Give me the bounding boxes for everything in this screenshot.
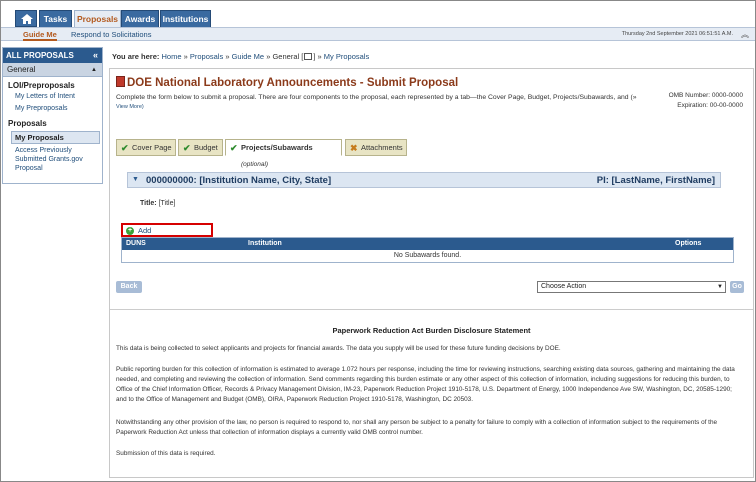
breadcrumb-sep: »	[266, 52, 271, 61]
breadcrumb: You are here: Home » Proposals » Guide M…	[112, 52, 369, 61]
chevron-down-icon: ▼	[717, 284, 723, 290]
page-title: DOE National Laboratory Announcements - …	[116, 76, 458, 89]
tab-budget-label: Budget	[194, 143, 218, 152]
go-button[interactable]: Go	[730, 281, 744, 293]
institution-pi: PI: [LastName, FirstName]	[596, 175, 715, 186]
sidebar-general-section[interactable]: General ▲	[3, 63, 102, 77]
project-title-label: Title:	[140, 200, 157, 207]
sidebar-item-access-grants[interactable]: Access Previously Submitted Grants.gov P…	[3, 144, 99, 173]
choose-action-value: Choose Action	[541, 283, 587, 290]
sidebar-header: ALL PROPOSALS «	[3, 48, 102, 63]
choose-action-select[interactable]: Choose Action ▼	[537, 281, 726, 293]
page-description: Complete the form below to submit a prop…	[116, 93, 646, 112]
sidebar-section-proposals: Proposals	[8, 119, 47, 128]
add-icon: +	[126, 227, 134, 235]
pra-paragraph-3: Notwithstanding any other provision of t…	[116, 419, 718, 436]
home-icon	[21, 14, 33, 24]
pra-paragraph-1: This data is being collected to select a…	[116, 345, 561, 352]
sidebar-item-my-letters[interactable]: My Letters of Intent	[3, 91, 102, 103]
institution-name: 000000000: [Institution Name, City, Stat…	[146, 175, 332, 186]
sidebar-item-my-proposals[interactable]: My Proposals	[11, 131, 100, 144]
triangle-up-icon: ▲	[91, 67, 97, 73]
subawards-empty-message: No Subawards found.	[393, 252, 462, 259]
incomplete-icon: ✖	[350, 143, 358, 153]
tab-awards[interactable]: Awards	[121, 10, 159, 27]
breadcrumb-my-proposals[interactable]: My Proposals	[324, 52, 369, 61]
back-button[interactable]: Back	[116, 281, 142, 293]
tab-attachments-label: Attachments	[361, 143, 403, 152]
tab-projects-optional: (optional)	[241, 161, 269, 168]
breadcrumb-proposals[interactable]: Proposals	[190, 52, 223, 61]
checkmark-icon: ✔	[183, 143, 191, 153]
tab-cover-page[interactable]: ✔ Cover Page	[116, 139, 176, 156]
triangle-down-icon[interactable]: ▼	[132, 176, 139, 183]
main-content: DOE National Laboratory Announcements - …	[109, 68, 754, 478]
sidebar-general-label: General	[7, 65, 36, 74]
sidebar-item-my-preproposals[interactable]: My Preproposals	[3, 103, 102, 115]
pra-paragraph-2: Public reporting burden for this collect…	[116, 366, 735, 403]
calendar-icon[interactable]	[304, 53, 313, 60]
breadcrumb-sep: »	[183, 52, 188, 61]
sidebar-header-label: ALL PROPOSALS	[6, 51, 74, 60]
tab-projects-label: Projects/Subawards	[241, 143, 313, 152]
institution-header[interactable]: ▼ 000000000: [Institution Name, City, St…	[127, 172, 721, 188]
sub-navigation: Guide Me Respond to Solicitations Thursd…	[1, 27, 755, 41]
tab-institutions[interactable]: Institutions	[160, 10, 211, 27]
column-duns: DUNS	[126, 240, 146, 247]
tab-cover-page-label: Cover Page	[132, 143, 172, 152]
breadcrumb-sep: »	[225, 52, 230, 61]
page-description-text: Complete the form below to submit a prop…	[116, 94, 637, 101]
breadcrumb-general-end: ]	[313, 52, 316, 61]
tab-attachments[interactable]: ✖ Attachments	[345, 139, 407, 156]
page-title-text: DOE National Laboratory Announcements - …	[127, 77, 459, 89]
tab-projects-subawards[interactable]: ✔ Projects/Subawards (optional)	[225, 139, 342, 168]
omb-info: OMB Number: 0000-0000 Expiration: 00-00-…	[669, 91, 743, 111]
divider	[110, 309, 753, 310]
collapse-left-icon[interactable]: «	[93, 48, 98, 63]
tab-proposals[interactable]: Proposals	[74, 10, 121, 27]
project-title: Title: [Title]	[140, 200, 175, 207]
tab-budget[interactable]: ✔ Budget	[178, 139, 223, 156]
tab-tasks[interactable]: Tasks	[39, 10, 72, 27]
top-navigation: Tasks Proposals Awards Institutions	[1, 1, 755, 28]
subnav-respond-to-solicitations[interactable]: Respond to Solicitations	[71, 30, 151, 39]
current-datetime: Thursday 2nd September 2021 06:51:51 A.M…	[621, 31, 733, 37]
checkmark-icon: ✔	[121, 143, 129, 153]
subawards-table: DUNS Institution Options No Subawards fo…	[121, 237, 734, 263]
breadcrumb-label: You are here:	[112, 52, 160, 61]
add-project-subaward-button[interactable]: + Add Project/Subaward	[121, 223, 213, 244]
collapse-up-icon[interactable]: ︽	[741, 29, 749, 40]
breadcrumb-sep: »	[317, 52, 322, 61]
omb-number: OMB Number: 0000-0000	[668, 92, 743, 99]
view-more-link[interactable]: View More)	[116, 104, 144, 110]
checkmark-icon: ✔	[230, 143, 238, 153]
omb-expiration: Expiration: 00-00-0000	[677, 102, 743, 109]
home-button[interactable]	[15, 10, 37, 27]
project-title-value: [Title]	[158, 200, 176, 207]
document-icon	[116, 76, 125, 87]
subawards-table-header: DUNS Institution Options	[122, 238, 733, 250]
column-options: Options	[675, 240, 702, 247]
sidebar-section-loi: LOI/Preproposals	[8, 81, 75, 90]
breadcrumb-guide-me[interactable]: Guide Me	[232, 52, 265, 61]
pra-paragraph-4: Submission of this data is required.	[116, 450, 216, 457]
sidebar: ALL PROPOSALS « General ▲ LOI/Preproposa…	[2, 47, 103, 184]
breadcrumb-general: General [	[272, 52, 304, 61]
pra-title: Paperwork Reduction Act Burden Disclosur…	[332, 326, 531, 335]
breadcrumb-home[interactable]: Home	[161, 52, 181, 61]
subnav-guide-me[interactable]: Guide Me	[23, 30, 57, 41]
column-institution: Institution	[248, 240, 282, 247]
